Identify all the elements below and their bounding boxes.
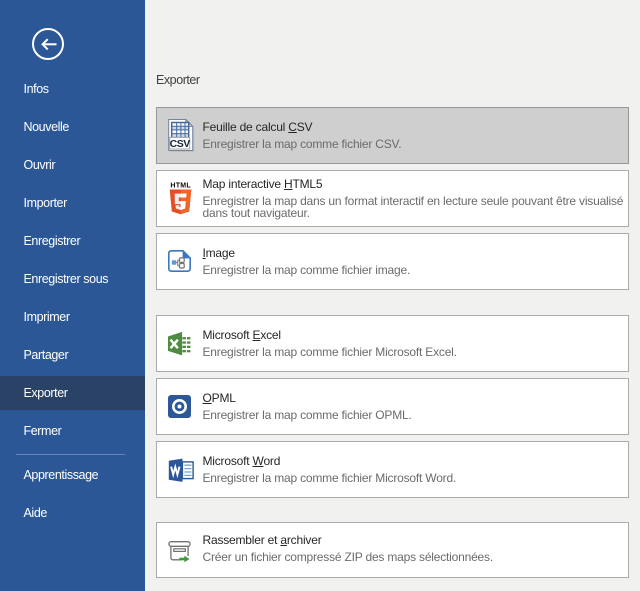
svg-text:CSV: CSV [169, 138, 190, 150]
svg-text:HTML: HTML [170, 182, 191, 189]
